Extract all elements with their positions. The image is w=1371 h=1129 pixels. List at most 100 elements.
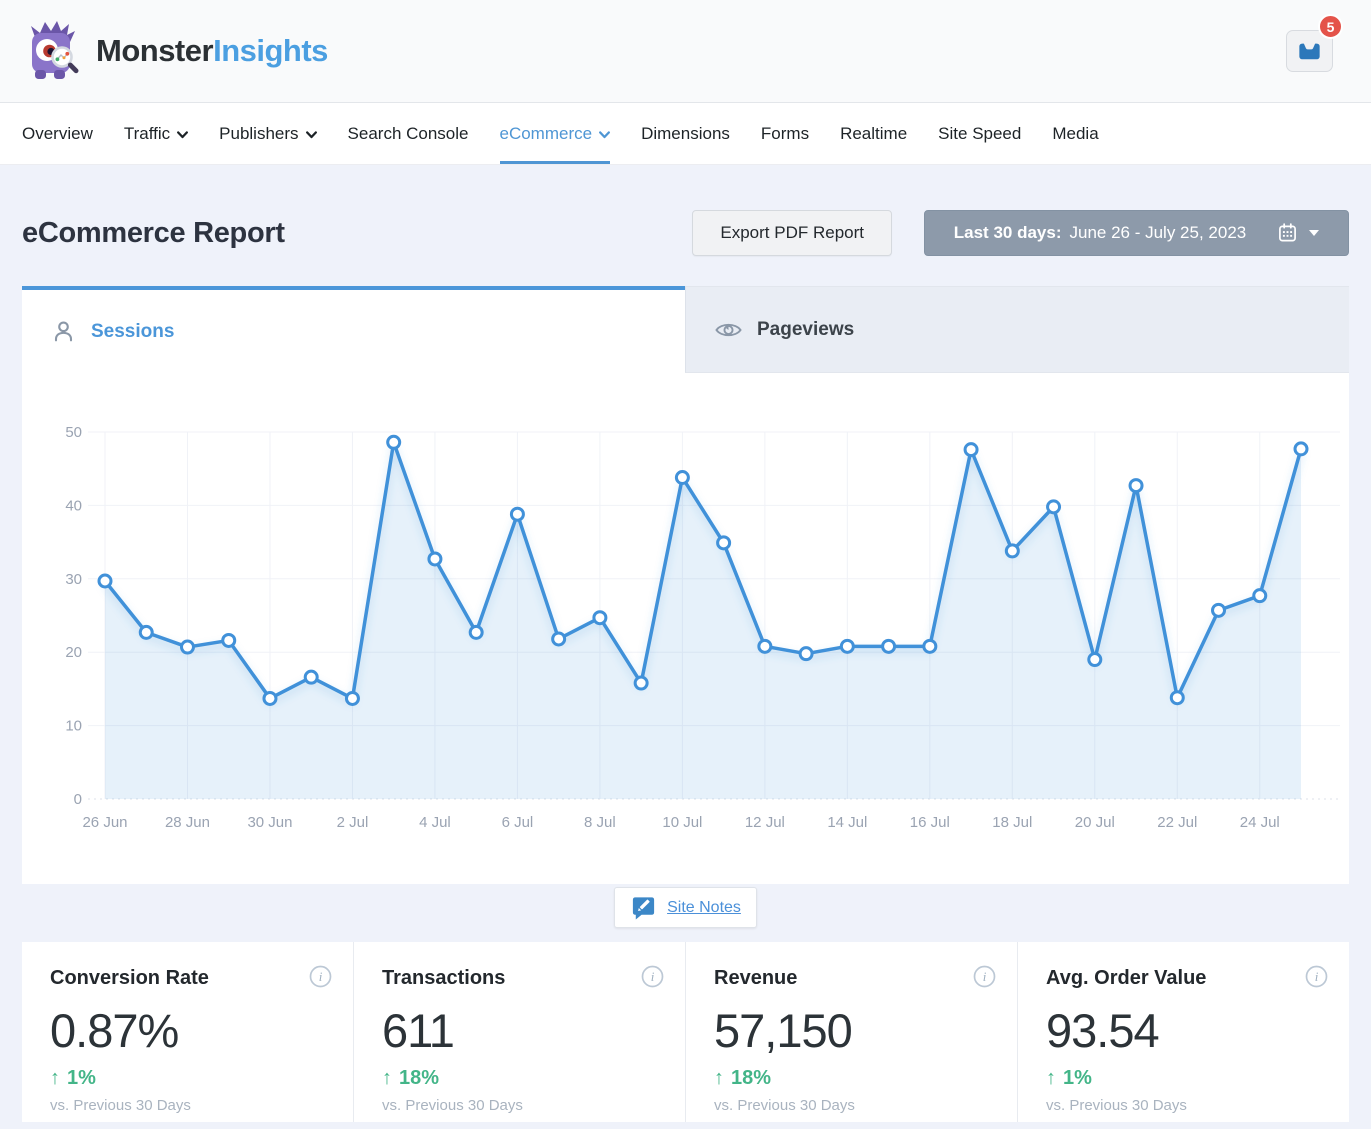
brand-insights: Insights [213,33,328,68]
stat-compare: vs. Previous 30 Days [50,1097,331,1114]
stats-row: Conversion Rate i 0.87% ↑ 1% vs. Previou… [22,942,1349,1122]
stat-title: Transactions [382,967,663,990]
info-icon[interactable]: i [309,965,332,993]
chart-svg[interactable]: 0102030405026 Jun28 Jun30 Jun2 Jul4 Jul6… [22,373,1349,884]
inbox-icon [1296,39,1323,63]
svg-text:20 Jul: 20 Jul [1075,814,1115,831]
date-range-value: June 26 - July 25, 2023 [1070,223,1247,243]
svg-text:28 Jun: 28 Jun [165,814,210,831]
caret-down-icon [1309,230,1319,236]
app-header: MonsterInsights 5 [0,0,1371,103]
monster-mascot-icon [24,20,82,82]
svg-text:8 Jul: 8 Jul [584,814,616,831]
site-notes-icon [630,894,657,921]
svg-text:22 Jul: 22 Jul [1157,814,1197,831]
nav-item-site-speed[interactable]: Site Speed [938,103,1021,164]
stat-change: ↑ 1% [1046,1067,1327,1090]
info-icon[interactable]: i [641,965,664,993]
stat-value: 93.54 [1046,1003,1327,1058]
brand-monster: Monster [96,33,213,68]
tab-pageviews-label: Pageviews [757,319,854,341]
eye-icon [715,320,742,340]
svg-text:i: i [983,969,987,984]
date-range-label: Last 30 days: [954,223,1062,243]
calendar-icon [1278,223,1297,243]
tab-sessions-label: Sessions [91,321,174,343]
stat-compare: vs. Previous 30 Days [714,1097,995,1114]
stat-change: ↑ 1% [50,1067,331,1090]
stat-compare: vs. Previous 30 Days [1046,1097,1327,1114]
stat-value: 0.87% [50,1003,331,1058]
chevron-down-icon [306,131,317,139]
nav-item-media[interactable]: Media [1052,103,1098,164]
stat-card-conversion-rate: Conversion Rate i 0.87% ↑ 1% vs. Previou… [22,942,354,1122]
svg-text:24 Jul: 24 Jul [1240,814,1280,831]
metric-tabs: Sessions Pageviews [22,286,1349,373]
brand-text: MonsterInsights [96,33,328,69]
svg-text:10 Jul: 10 Jul [662,814,702,831]
stat-card-revenue: Revenue i 57,150 ↑ 18% vs. Previous 30 D… [686,942,1018,1122]
svg-text:30 Jun: 30 Jun [247,814,292,831]
svg-text:14 Jul: 14 Jul [827,814,867,831]
stat-card-transactions: Transactions i 611 ↑ 18% vs. Previous 30… [354,942,686,1122]
report-header: eCommerce Report Export PDF Report Last … [0,165,1371,286]
svg-text:20: 20 [65,644,82,661]
stat-compare: vs. Previous 30 Days [382,1097,663,1114]
export-pdf-button[interactable]: Export PDF Report [692,210,892,256]
stat-card-avg-order-value: Avg. Order Value i 93.54 ↑ 1% vs. Previo… [1018,942,1349,1122]
svg-text:0: 0 [74,791,82,808]
tab-pageviews[interactable]: Pageviews [685,286,1349,373]
report-panel: Sessions Pageviews 0 10 20 30 40 50 26 Jun 28 J… [22,286,1349,884]
info-icon[interactable]: i [973,965,996,993]
svg-text:i: i [651,969,655,984]
nav-item-overview[interactable]: Overview [22,103,93,164]
nav-item-traffic[interactable]: Traffic [124,103,188,164]
nav-item-ecommerce[interactable]: eCommerce [500,103,611,164]
stat-change-value: 1% [67,1067,96,1090]
arrow-up-icon: ↑ [714,1067,724,1090]
svg-text:26 Jun: 26 Jun [82,814,127,831]
svg-text:10: 10 [65,718,82,735]
stat-title: Revenue [714,967,995,990]
svg-text:4 Jul: 4 Jul [419,814,451,831]
chevron-down-icon [599,131,610,139]
stat-title: Conversion Rate [50,967,331,990]
stat-value: 611 [382,1003,663,1058]
person-icon [51,319,76,344]
nav-item-forms[interactable]: Forms [761,103,809,164]
chevron-down-icon [177,131,188,139]
stat-title: Avg. Order Value [1046,967,1327,990]
stat-change: ↑ 18% [382,1067,663,1090]
notification-badge[interactable]: 5 [1318,14,1343,39]
arrow-up-icon: ↑ [382,1067,392,1090]
nav-item-publishers[interactable]: Publishers [219,103,316,164]
arrow-up-icon: ↑ [1046,1067,1056,1090]
info-icon[interactable]: i [1305,965,1328,993]
site-notes-label: Site Notes [667,899,741,917]
nav-item-search-console[interactable]: Search Console [348,103,469,164]
nav-item-dimensions[interactable]: Dimensions [641,103,730,164]
arrow-up-icon: ↑ [50,1067,60,1090]
svg-text:12 Jul: 12 Jul [745,814,785,831]
svg-text:30: 30 [65,571,82,588]
stat-change-value: 1% [1063,1067,1092,1090]
stat-value: 57,150 [714,1003,995,1058]
svg-text:50: 50 [65,424,82,441]
nav-item-realtime[interactable]: Realtime [840,103,907,164]
svg-text:16 Jul: 16 Jul [910,814,950,831]
sessions-line-chart: 0102030405026 Jun28 Jun30 Jun2 Jul4 Jul6… [22,373,1349,884]
svg-text:i: i [319,969,323,984]
stat-change-value: 18% [731,1067,771,1090]
site-notes-row: Site Notes [0,887,1371,928]
tab-sessions[interactable]: Sessions [22,286,685,373]
stat-change: ↑ 18% [714,1067,995,1090]
date-range-button[interactable]: Last 30 days: June 26 - July 25, 2023 [924,210,1349,256]
page-title: eCommerce Report [22,217,285,250]
primary-nav: Overview Traffic Publishers Search Conso… [0,103,1371,165]
svg-text:18 Jul: 18 Jul [992,814,1032,831]
monsterinsights-logo: MonsterInsights [24,20,328,82]
svg-text:40: 40 [65,497,82,514]
site-notes-button[interactable]: Site Notes [614,887,757,928]
svg-text:2 Jul: 2 Jul [337,814,369,831]
svg-text:i: i [1315,969,1319,984]
